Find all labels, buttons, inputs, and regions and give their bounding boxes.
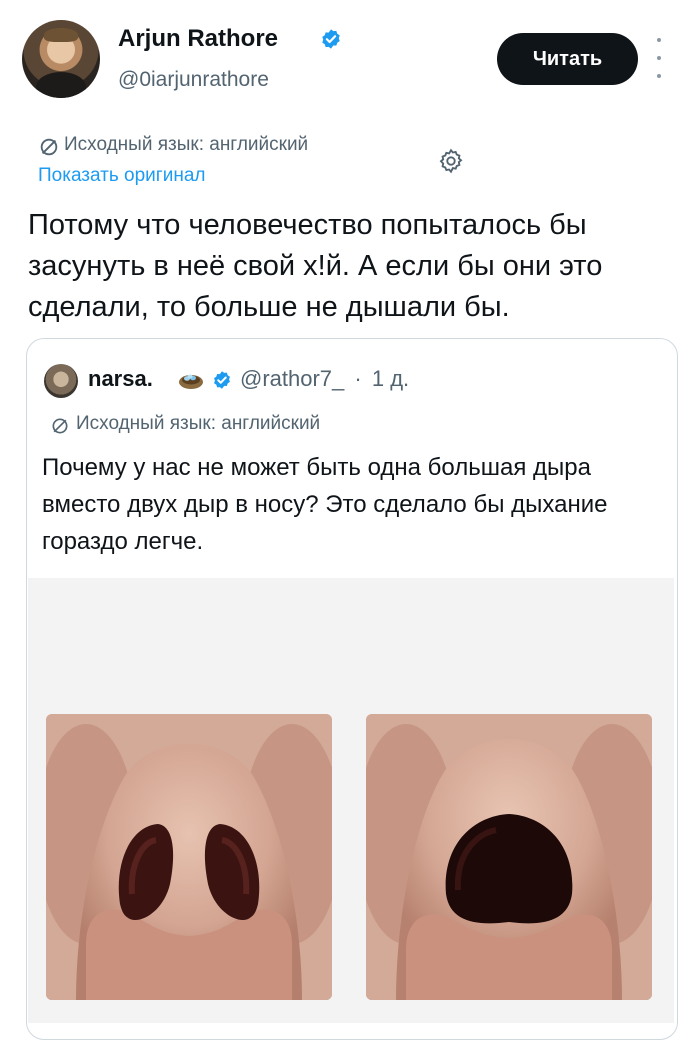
quoted-author-name[interactable]: narsa.	[88, 366, 153, 392]
translate-icon	[40, 138, 58, 156]
read-button[interactable]: Читать	[497, 33, 638, 85]
author-avatar[interactable]	[22, 20, 100, 98]
quoted-translation-note: Исходный язык: английский	[76, 413, 321, 434]
gear-icon[interactable]	[437, 147, 465, 175]
nose-two-nostrils-image[interactable]	[46, 714, 332, 1000]
show-original-link[interactable]: Показать оригинал	[38, 165, 205, 187]
quoted-tweet-text: Почему у нас не может быть одна большая …	[42, 454, 608, 555]
more-icon[interactable]	[652, 38, 666, 78]
quoted-author-handle[interactable]: @rathor7_	[240, 366, 344, 391]
quoted-verified-badge-icon	[214, 371, 230, 389]
nest-emoji-icon	[179, 374, 203, 389]
author-name[interactable]: Arjun Rathore	[118, 25, 278, 53]
quoted-translate-icon	[52, 418, 68, 434]
quoted-author-avatar[interactable]	[44, 364, 78, 398]
translation-note: Исходный язык: английский	[64, 134, 309, 155]
nose-single-nostril-image[interactable]	[366, 714, 652, 1000]
quoted-time[interactable]: 1 д.	[372, 366, 409, 391]
meta-separator: ·	[354, 366, 362, 391]
verified-badge-icon	[322, 29, 340, 49]
tweet-text: Потому что человечество попыталось бы за…	[28, 209, 603, 323]
quoted-meta: @rathor7_ · 1 д.	[240, 366, 409, 392]
author-handle[interactable]: @0iarjunrathore	[118, 68, 269, 92]
